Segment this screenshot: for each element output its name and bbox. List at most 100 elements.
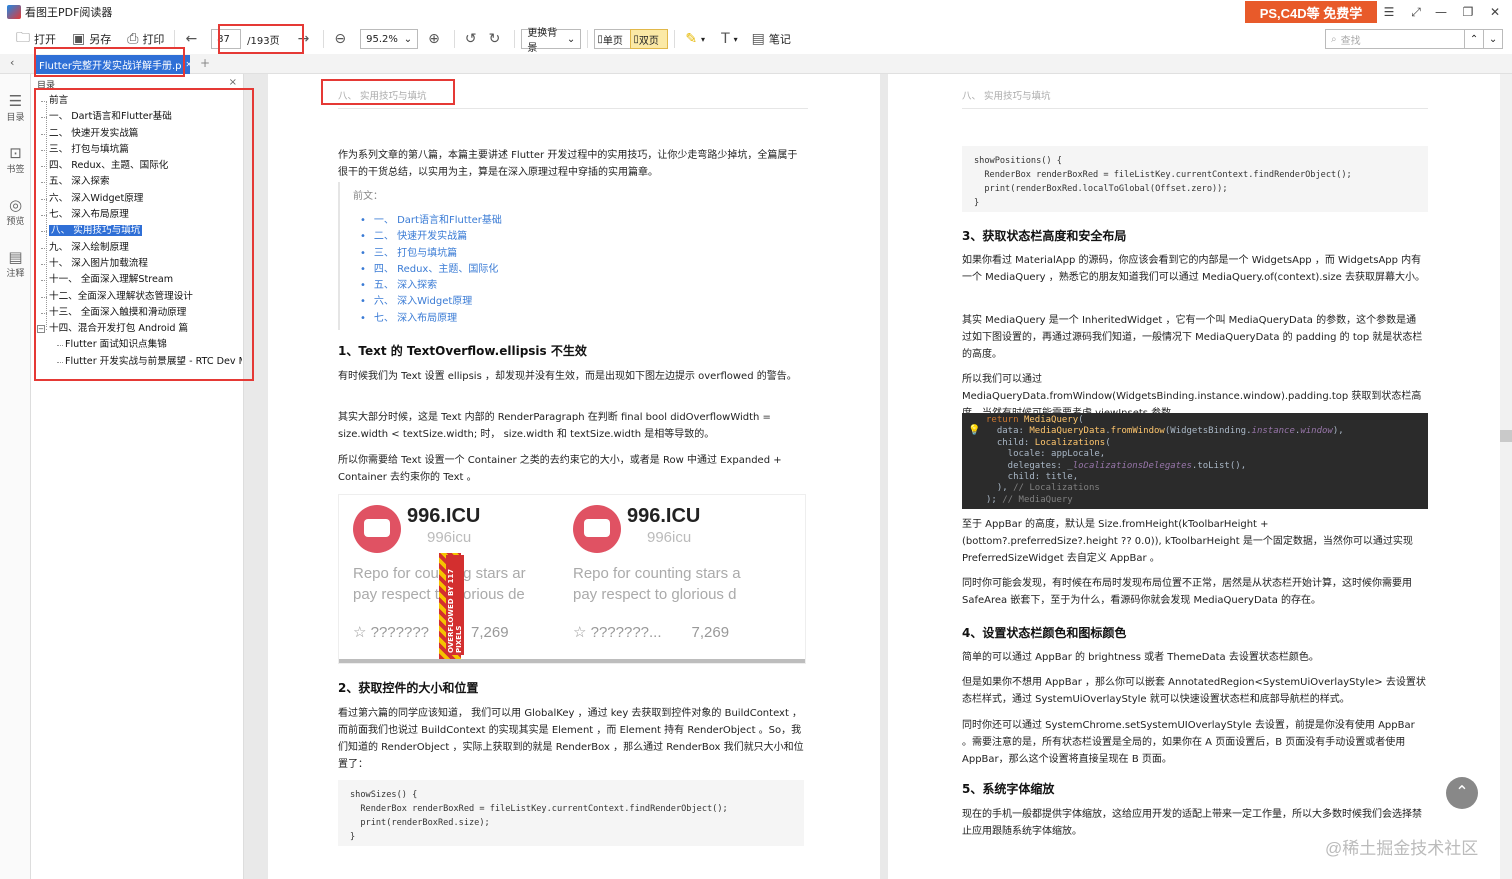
section-3-title: 3、获取状态栏高度和安全布局	[962, 229, 1127, 243]
toc-link[interactable]: • 三、 打包与填坑篇	[360, 246, 502, 262]
outline-item[interactable]: 七、 深入布局原理	[37, 207, 242, 223]
background-select[interactable]: 更换背景 ⌄	[521, 28, 582, 54]
outline-item[interactable]: 十一、 全面深入理解Stream	[37, 272, 242, 288]
close-tab-icon[interactable]: ✕	[186, 60, 191, 69]
zoom-in-button[interactable]: ⊕	[424, 28, 448, 50]
search-next-button[interactable]: ⌄	[1483, 29, 1503, 49]
chevron-down-icon: ▾	[701, 34, 706, 44]
outline-item[interactable]: 十二、全面深入理解状态管理设计	[37, 289, 242, 305]
quote-bar	[338, 182, 340, 330]
vertical-scrollbar[interactable]	[1500, 74, 1512, 879]
page-header: 八、 实用技巧与填坑	[338, 91, 427, 102]
close-window-button[interactable]: ✕	[1484, 2, 1506, 22]
divider	[587, 30, 589, 48]
fullscreen-icon[interactable]: ⤢	[1405, 2, 1427, 22]
comment-icon: ▤	[8, 248, 23, 266]
section-1-p3: 所以你需要给 Text 设置一个 Container 之类的去约束它的大小，或者…	[338, 455, 782, 483]
overflow-warning-label: OVERFLOWED BY 117 PIXELS	[446, 555, 464, 655]
toc-link[interactable]: • 七、 深入布局原理	[360, 311, 502, 327]
outline-item[interactable]: 十三、 全面深入触摸和滑动原理	[37, 305, 242, 321]
zoom-select[interactable]: 95.2% ⌄	[360, 29, 419, 49]
outline-item[interactable]: 五、 深入探索	[37, 174, 242, 190]
outline-title: 目录	[37, 81, 56, 91]
outline-item[interactable]: Flutter 面试知识点集锦	[37, 337, 242, 353]
search-prev-button[interactable]: ⌃	[1464, 29, 1484, 49]
highlight-button[interactable]: ✎ ▾	[681, 28, 709, 50]
collapse-icon[interactable]: −	[37, 325, 45, 334]
chevron-down-icon: ⌄	[403, 33, 413, 45]
promo-banner[interactable]: PS,C4D等 免费学	[1245, 1, 1377, 23]
card-title: 996.ICU	[407, 505, 481, 527]
sidebar-item-annotations[interactable]: ▤ 注释	[0, 248, 31, 279]
save-as-button[interactable]: ▣ 另存	[68, 28, 115, 50]
outline-item[interactable]: 九、 深入绘制原理	[37, 240, 242, 256]
page-number-input[interactable]: 87	[211, 29, 242, 49]
outline-item[interactable]: 前言	[37, 93, 242, 109]
repo-card-left: 996.ICU 996icu Repo for counting stars a…	[339, 495, 557, 659]
document-viewer[interactable]: 八、 实用技巧与填坑 作为系列文章的第八篇，本篇主要讲述 Flutter 开发过…	[244, 74, 1512, 879]
app-title: 看图王PDF阅读器	[25, 6, 113, 19]
sidebar-item-bookmarks[interactable]: ⊡ 书签	[0, 144, 31, 175]
outline-item[interactable]: Flutter 开发实战与前景展望 - RTC Dev Meetup	[37, 354, 242, 370]
section-3-p2: 其实 MediaQuery 是一个 InheritedWidget ，它有一个叫…	[962, 315, 1423, 360]
chevron-down-icon: ⌄	[566, 33, 576, 45]
print-button[interactable]: ⎙ 打印	[123, 28, 168, 50]
menu-icon[interactable]: ☰	[1378, 2, 1400, 22]
page-right: 八、 实用技巧与填坑 showPositions() { RenderBox r…	[888, 74, 1500, 879]
restore-button[interactable]: ❐	[1457, 2, 1479, 22]
lightbulb-icon: 💡	[968, 425, 981, 436]
toc-link[interactable]: • 四、 Redux、主题、国际化	[360, 262, 502, 278]
outline-item[interactable]: 四、 Redux、主题、国际化	[37, 158, 242, 174]
open-button[interactable]: 🗀 打开	[12, 28, 60, 50]
rotate-left-icon: ↺	[464, 31, 477, 47]
text-tool-button[interactable]: T ▾	[717, 28, 742, 50]
divider	[453, 30, 455, 48]
search-icon: ⌕	[1331, 33, 1337, 45]
scrollbar-thumb[interactable]	[1500, 430, 1512, 442]
rotate-right-icon: ↻	[488, 31, 501, 47]
outline-item[interactable]: 十、 深入图片加载流程	[37, 256, 242, 272]
section-4-p3: 同时你还可以通过 SystemChrome.setSystemUIOverlay…	[962, 720, 1415, 765]
page-header: 八、 实用技巧与填坑	[962, 91, 1051, 102]
tab-document[interactable]: Flutter完整开发实战详解手册.p ✕	[34, 55, 190, 74]
toc-label: 前文：	[353, 191, 383, 202]
close-outline-icon[interactable]: ×	[229, 77, 237, 88]
outline-item[interactable]: 六、 深入Widget原理	[37, 191, 242, 207]
single-page-button[interactable]: ▯ 单页	[594, 29, 631, 49]
card-subtitle: 996icu	[647, 529, 692, 546]
prev-page-button[interactable]: ←	[181, 28, 205, 50]
sidebar-item-preview[interactable]: ◎ 预览	[0, 196, 31, 227]
next-page-button[interactable]: →	[294, 28, 318, 50]
overflow-figure: 996.ICU 996icu Repo for counting stars a…	[338, 494, 806, 664]
rotate-left-button[interactable]: ↺	[461, 28, 485, 50]
search-input[interactable]: ⌕ 查找	[1325, 29, 1465, 49]
repo-logo-icon	[573, 505, 621, 553]
add-tab-button[interactable]: +	[200, 56, 210, 70]
zoom-in-icon: ⊕	[428, 31, 440, 47]
app-logo-icon	[7, 5, 21, 19]
section-4-p1: 简单的可以通过 AppBar 的 brightness 或者 ThemeData…	[962, 652, 1319, 663]
scroll-to-top-button[interactable]: ⌃	[1446, 777, 1478, 809]
toc-link[interactable]: • 二、 快速开发实战篇	[360, 229, 502, 245]
outline-item[interactable]: 三、 打包与填坑篇	[37, 142, 242, 158]
double-page-button[interactable]: ▯ 双页	[630, 29, 669, 49]
arrow-right-icon: →	[297, 31, 310, 47]
divider	[323, 30, 325, 48]
sidebar-item-toc[interactable]: ☰ 目录	[0, 92, 31, 123]
bullet-icon: •	[360, 215, 366, 226]
toc-link[interactable]: • 五、 深入探索	[360, 278, 502, 294]
minimize-button[interactable]: —	[1430, 2, 1452, 22]
outline-item[interactable]: 二、 快速开发实战篇	[37, 126, 242, 142]
outline-item[interactable]: − 十四、混合开发打包 Android 篇	[37, 321, 242, 337]
card-stats: ☆ ???????... 7,269	[573, 624, 730, 641]
section-4-title: 4、设置状态栏颜色和图标颜色	[962, 626, 1127, 640]
collapse-panel-icon[interactable]: ‹	[10, 56, 14, 69]
toc-link[interactable]: • 一、 Dart语言和Flutter基础	[360, 213, 502, 229]
toc-link[interactable]: • 六、 深入Widget原理	[360, 294, 502, 310]
note-icon: ▤	[751, 31, 765, 47]
outline-item[interactable]: 八、 实用技巧与填坑	[37, 223, 242, 239]
zoom-out-button[interactable]: ⊖	[330, 28, 354, 50]
rotate-right-button[interactable]: ↻	[485, 28, 509, 50]
notes-button[interactable]: ▤ 笔记	[748, 28, 795, 50]
outline-item[interactable]: 一、 Dart语言和Flutter基础	[37, 109, 242, 125]
